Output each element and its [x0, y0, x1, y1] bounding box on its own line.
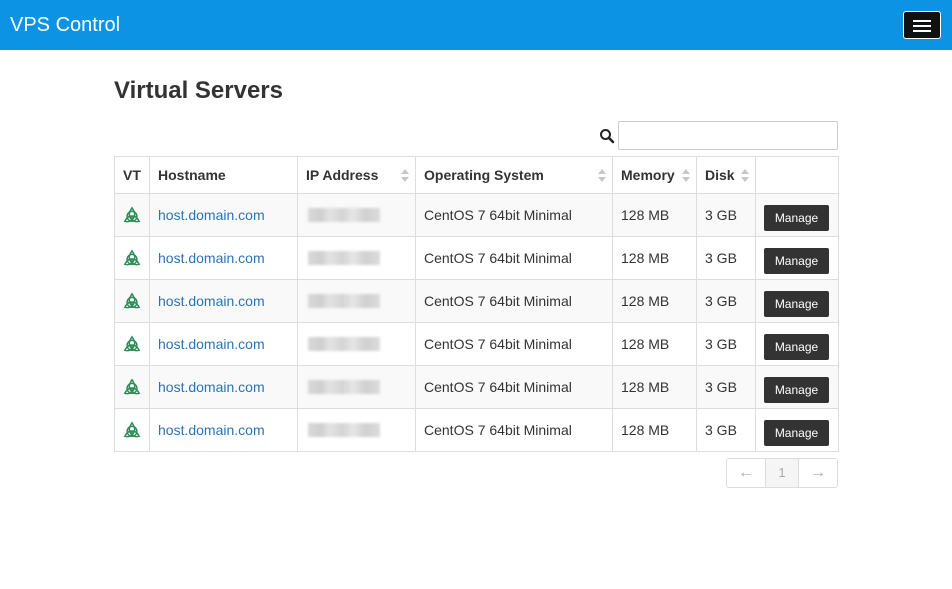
pagination-prev-button[interactable]: ← [727, 459, 766, 487]
hostname-link[interactable]: host.domain.com [158, 336, 265, 352]
column-header-actions [755, 156, 839, 194]
column-header-disk[interactable]: Disk [696, 156, 756, 194]
os-cell: CentOS 7 64bit Minimal [415, 279, 613, 323]
table-row: host.domain.com CentOS 7 64bit Minimal 1… [114, 279, 839, 323]
table-header-row: VT Hostname IP Address Operating System … [114, 156, 839, 194]
search-icon [600, 129, 615, 144]
ip-address-redacted [308, 251, 380, 265]
ip-address-redacted [308, 337, 380, 351]
hostname-link[interactable]: host.domain.com [158, 293, 265, 309]
column-header-operating-system[interactable]: Operating System [415, 156, 613, 194]
hamburger-menu-button[interactable] [903, 11, 941, 39]
sort-icon [741, 169, 749, 183]
ip-address-redacted [308, 423, 380, 437]
column-header-hostname[interactable]: Hostname [149, 156, 298, 194]
os-cell: CentOS 7 64bit Minimal [415, 322, 613, 366]
table-row: host.domain.com CentOS 7 64bit Minimal 1… [114, 365, 839, 409]
hostname-link[interactable]: host.domain.com [158, 250, 265, 266]
menu-icon-bar [913, 30, 931, 32]
disk-cell: 3 GB [696, 193, 756, 237]
manage-button[interactable]: Manage [764, 248, 829, 274]
manage-button[interactable]: Manage [764, 334, 829, 360]
manage-button[interactable]: Manage [764, 291, 829, 317]
pagination-page-1[interactable]: 1 [766, 459, 799, 487]
os-cell: CentOS 7 64bit Minimal [415, 365, 613, 409]
vt-openvz-icon [123, 378, 141, 395]
memory-cell: 128 MB [612, 408, 697, 452]
servers-table: VT Hostname IP Address Operating System … [114, 156, 839, 452]
table-row: host.domain.com CentOS 7 64bit Minimal 1… [114, 236, 839, 280]
hostname-link[interactable]: host.domain.com [158, 379, 265, 395]
disk-cell: 3 GB [696, 279, 756, 323]
table-row: host.domain.com CentOS 7 64bit Minimal 1… [114, 408, 839, 452]
column-header-label: Disk [705, 167, 735, 183]
table-row: host.domain.com CentOS 7 64bit Minimal 1… [114, 193, 839, 237]
vt-openvz-icon [123, 421, 141, 438]
vt-openvz-icon [123, 206, 141, 223]
column-header-memory[interactable]: Memory [612, 156, 697, 194]
search-input[interactable] [618, 121, 838, 150]
os-cell: CentOS 7 64bit Minimal [415, 236, 613, 280]
pagination: ← 1 → [726, 458, 838, 488]
ip-address-redacted [308, 380, 380, 394]
sort-icon [682, 169, 690, 183]
vt-openvz-icon [123, 249, 141, 266]
pagination-next-button[interactable]: → [799, 459, 837, 487]
vt-openvz-icon [123, 292, 141, 309]
sort-icon [598, 169, 606, 183]
os-cell: CentOS 7 64bit Minimal [415, 408, 613, 452]
disk-cell: 3 GB [696, 408, 756, 452]
memory-cell: 128 MB [612, 236, 697, 280]
column-header-ip-address[interactable]: IP Address [297, 156, 416, 194]
menu-icon-bar [913, 25, 931, 27]
table-row: host.domain.com CentOS 7 64bit Minimal 1… [114, 322, 839, 366]
column-header-label: IP Address [306, 167, 379, 183]
manage-button[interactable]: Manage [764, 205, 829, 231]
column-header-vt[interactable]: VT [114, 156, 150, 194]
ip-address-redacted [308, 208, 380, 222]
hostname-link[interactable]: host.domain.com [158, 207, 265, 223]
manage-button[interactable]: Manage [764, 377, 829, 403]
top-navbar: VPS Control [0, 0, 952, 50]
ip-address-redacted [308, 294, 380, 308]
column-header-label: Memory [621, 167, 675, 183]
memory-cell: 128 MB [612, 193, 697, 237]
vt-openvz-icon [123, 335, 141, 352]
disk-cell: 3 GB [696, 322, 756, 366]
sort-icon [401, 169, 409, 183]
disk-cell: 3 GB [696, 365, 756, 409]
memory-cell: 128 MB [612, 279, 697, 323]
hostname-link[interactable]: host.domain.com [158, 422, 265, 438]
manage-button[interactable]: Manage [764, 420, 829, 446]
menu-icon-bar [913, 20, 931, 22]
memory-cell: 128 MB [612, 322, 697, 366]
column-header-label: Operating System [424, 167, 544, 183]
memory-cell: 128 MB [612, 365, 697, 409]
app-title[interactable]: VPS Control [10, 13, 120, 37]
page-title: Virtual Servers [114, 77, 283, 104]
os-cell: CentOS 7 64bit Minimal [415, 193, 613, 237]
disk-cell: 3 GB [696, 236, 756, 280]
